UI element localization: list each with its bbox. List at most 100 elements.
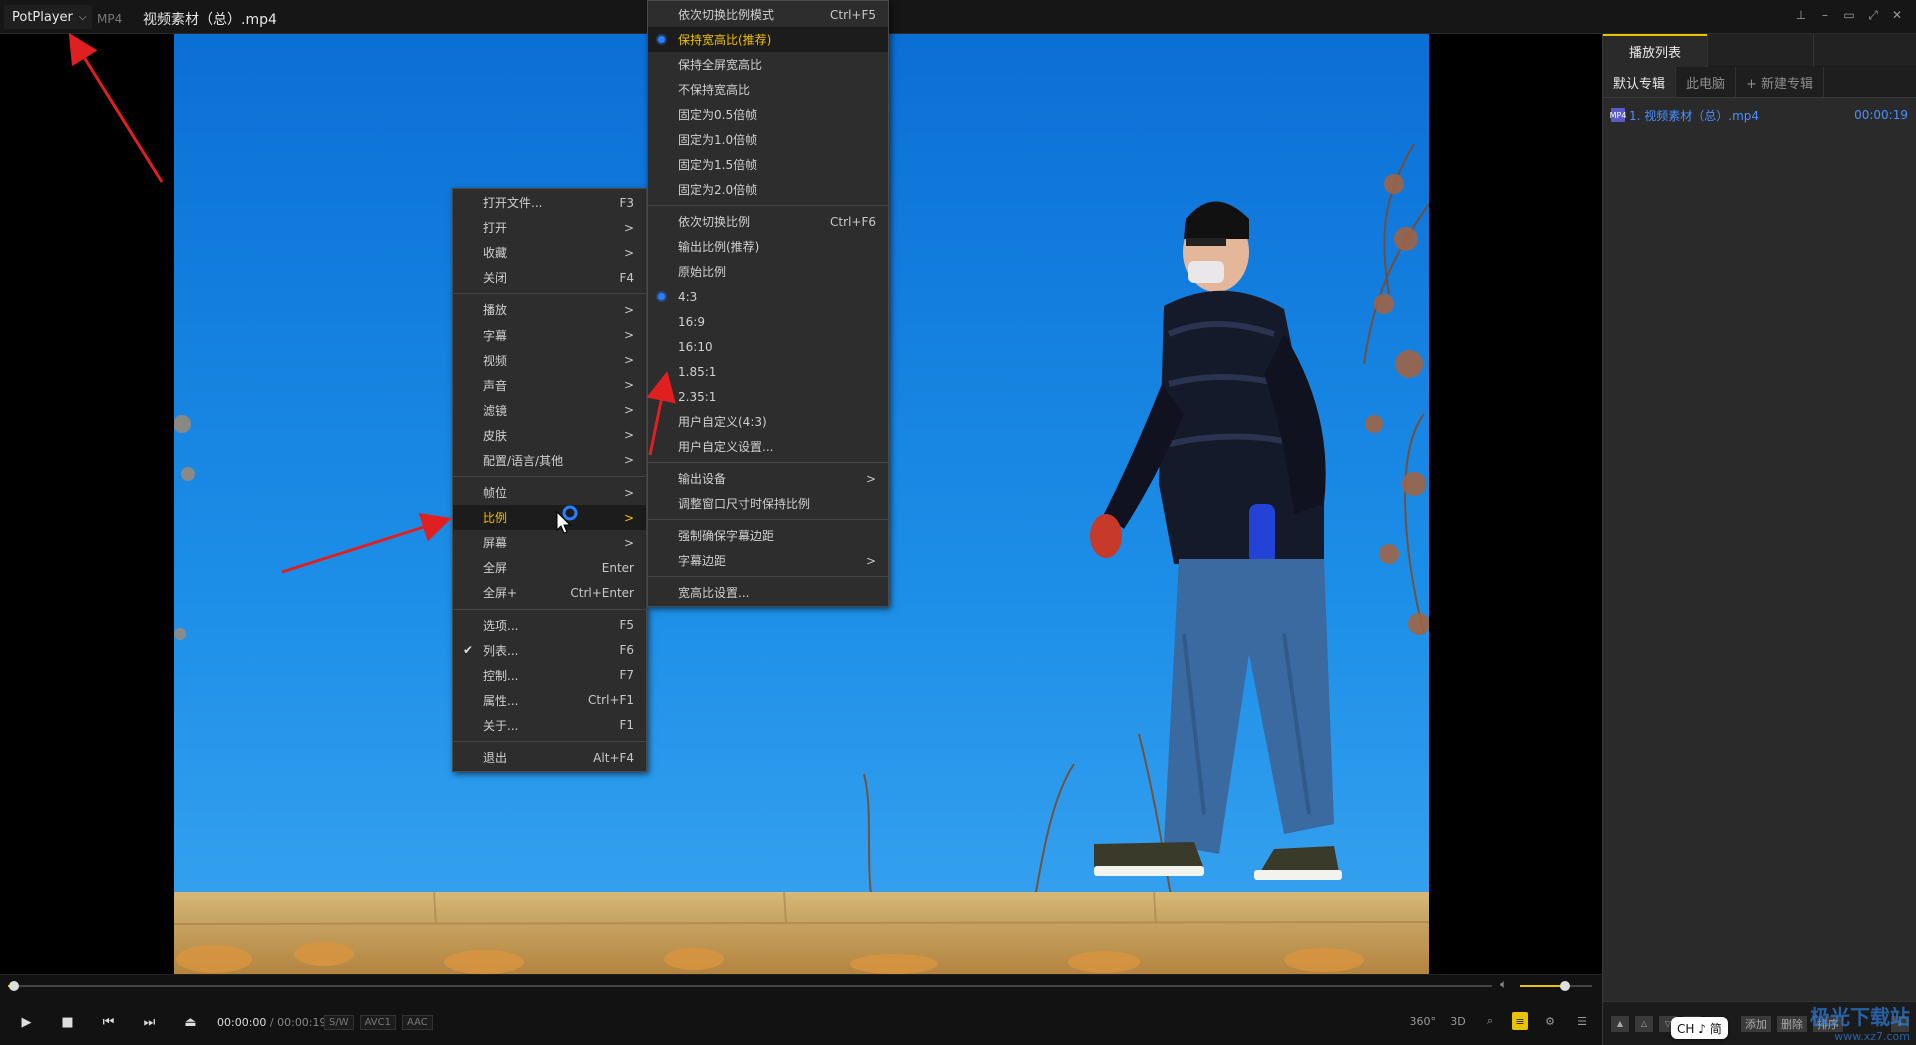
menu-item[interactable]: 保持宽高比(推荐) — [648, 27, 888, 52]
menu-separator — [453, 608, 646, 610]
menu-item[interactable]: 不保持宽高比 — [648, 77, 888, 102]
vr360-button[interactable]: 360° — [1410, 1011, 1437, 1031]
tab-empty[interactable] — [1707, 34, 1814, 67]
menu-item[interactable]: 属性... Ctrl+F1 — [453, 688, 646, 713]
menu-item[interactable]: 输出比例(推荐) — [648, 234, 888, 259]
menu-item-label: 4:3 — [678, 289, 698, 304]
menu-item[interactable]: 全屏 Enter — [453, 555, 646, 580]
menu-item[interactable]: 依次切换比例 Ctrl+F6 — [648, 209, 888, 234]
3d-button[interactable]: 3D — [1448, 1011, 1468, 1031]
settings-gear-icon[interactable]: ⚙ — [1540, 1011, 1560, 1031]
menu-item-label: 配置/语言/其他 — [483, 453, 564, 468]
menu-item[interactable]: 皮肤 > — [453, 423, 646, 448]
minimize-icon[interactable]: – — [1818, 8, 1832, 22]
album-tab-this-pc[interactable]: 此电脑 — [1676, 67, 1737, 97]
menu-item[interactable]: 控制... F7 — [453, 663, 646, 688]
menu-item[interactable]: 全屏+ Ctrl+Enter — [453, 580, 646, 605]
menu-item[interactable]: 宽高比设置... — [648, 580, 888, 605]
menu-item[interactable]: 收藏 > — [453, 240, 646, 265]
volume-slider[interactable] — [1520, 981, 1592, 991]
album-tab-default[interactable]: 默认专辑 — [1603, 67, 1677, 97]
menu-item[interactable]: 视频 > — [453, 348, 646, 373]
menu-item[interactable]: 关闭 F4 — [453, 265, 646, 290]
previous-icon[interactable]: ⏮︎ — [90, 1007, 127, 1037]
menu-item-shortcut: Ctrl+F1 — [588, 693, 634, 708]
submenu-arrow-icon: > — [623, 220, 634, 235]
eject-icon[interactable]: ⏏︎ — [172, 1007, 209, 1037]
menu-item[interactable]: 声音 > — [453, 373, 646, 398]
menu-item[interactable]: 选项... F5 — [453, 613, 646, 638]
menu-item[interactable]: 调整窗口尺寸时保持比例 — [648, 491, 888, 516]
submenu-arrow-icon: > — [623, 453, 634, 468]
menu-item[interactable]: 打开 > — [453, 215, 646, 240]
seek-knob[interactable] — [8, 981, 19, 991]
menu-item[interactable]: 用户自定义设置... — [648, 434, 888, 459]
menu-item[interactable]: 用户自定义(4:3) — [648, 409, 888, 434]
menu-item[interactable]: 4:3 — [648, 284, 888, 309]
menu-item-label: 固定为1.0倍帧 — [678, 133, 758, 147]
menu-item[interactable]: 帧位 > — [453, 480, 646, 505]
playlist-item[interactable]: MP4 1. 视频素材（总）.mp4 00:00:19 — [1603, 104, 1916, 126]
zoom-search-icon[interactable]: ⌕ — [1480, 1011, 1500, 1031]
move-up-icon[interactable]: △ — [1635, 1015, 1653, 1032]
menu-item-label: 固定为0.5倍帧 — [678, 108, 758, 122]
right-controls: 360° 3D ⌕ ≡ ⚙ ☰ — [1410, 1011, 1593, 1031]
menu-item-label: 皮肤 — [483, 428, 508, 443]
menu-item[interactable]: 强制确保字幕边距 — [648, 523, 888, 548]
close-icon[interactable]: ✕ — [1890, 8, 1904, 22]
submenu-arrow-icon: > — [623, 378, 634, 393]
menu-item[interactable]: 依次切换比例模式 Ctrl+F5 — [648, 2, 888, 27]
menu-item[interactable]: 16:9 — [648, 309, 888, 334]
menu-item[interactable]: 关于... F1 — [453, 713, 646, 738]
delete-button[interactable]: 删除 — [1777, 1015, 1807, 1032]
restore-icon[interactable]: ▭ — [1842, 8, 1856, 22]
menu-item[interactable]: 固定为0.5倍帧 — [648, 102, 888, 127]
menu-item-label: 依次切换比例 — [678, 215, 751, 229]
radio-dot-icon — [658, 293, 665, 300]
menu-item[interactable]: 输出设备 > — [648, 466, 888, 491]
seek-bar[interactable] — [8, 981, 1492, 991]
menu-item[interactable]: 退出 Alt+F4 — [453, 745, 646, 770]
menu-item-label: 选项... — [483, 618, 519, 633]
menu-item[interactable]: 滤镜 > — [453, 398, 646, 423]
add-button[interactable]: 添加 — [1741, 1015, 1771, 1032]
menu-item[interactable]: 16:10 — [648, 334, 888, 359]
menu-item[interactable]: ✔ 列表... F6 — [453, 638, 646, 663]
play-icon[interactable]: ▶ — [8, 1007, 45, 1037]
menu-item-shortcut: Ctrl+F5 — [830, 7, 876, 22]
checkmark-icon: ✔ — [463, 643, 474, 658]
next-icon[interactable]: ⏭︎ — [131, 1007, 168, 1037]
menu-item-shortcut: F7 — [619, 668, 634, 683]
menu-item[interactable]: 保持全屏宽高比 — [648, 52, 888, 77]
menu-item[interactable]: 播放 > — [453, 297, 646, 322]
menu-item[interactable]: 打开文件... F3 — [453, 190, 646, 215]
volume-fill — [1520, 985, 1565, 987]
playlist-toggle-icon[interactable]: ≡ — [1512, 1012, 1528, 1030]
tab-playlist[interactable]: 播放列表 — [1603, 34, 1707, 67]
menu-item[interactable]: 2.35:1 — [648, 384, 888, 409]
pin-icon[interactable]: ⊥ — [1794, 8, 1808, 22]
menu-item[interactable]: 1.85:1 — [648, 359, 888, 384]
menu-item[interactable]: 原始比例 — [648, 259, 888, 284]
ime-indicator[interactable]: CH ♪ 简 — [1671, 1017, 1728, 1039]
move-top-icon[interactable]: ▲ — [1611, 1015, 1629, 1032]
stop-icon[interactable]: ■ — [49, 1007, 86, 1037]
submenu-arrow-icon: > — [623, 302, 634, 317]
menu-item[interactable]: 固定为1.5倍帧 — [648, 152, 888, 177]
menu-item[interactable]: 字幕边距 > — [648, 548, 888, 573]
menu-item[interactable]: 屏幕 > — [453, 530, 646, 555]
menu-item[interactable]: 固定为2.0倍帧 — [648, 177, 888, 202]
volume-icon[interactable]: 🔈︎ — [1500, 977, 1507, 992]
menu-item-label: 帧位 — [483, 486, 508, 501]
album-tab-new[interactable]: + 新建专辑 — [1736, 67, 1825, 97]
menu-hamburger-icon[interactable]: ☰ — [1572, 1011, 1592, 1031]
submenu-arrow-icon: > — [623, 245, 634, 260]
menu-item-label: 关闭 — [483, 271, 508, 286]
volume-knob[interactable] — [1559, 981, 1570, 991]
menu-item[interactable]: 固定为1.0倍帧 — [648, 127, 888, 152]
menu-item[interactable]: 比例 > — [453, 505, 646, 531]
menu-item[interactable]: 字幕 > — [453, 322, 646, 347]
app-menu-button[interactable]: PotPlayer ⌵ — [4, 5, 93, 29]
menu-item[interactable]: 配置/语言/其他 > — [453, 448, 646, 473]
fullscreen-icon[interactable]: ⤢ — [1866, 8, 1880, 22]
